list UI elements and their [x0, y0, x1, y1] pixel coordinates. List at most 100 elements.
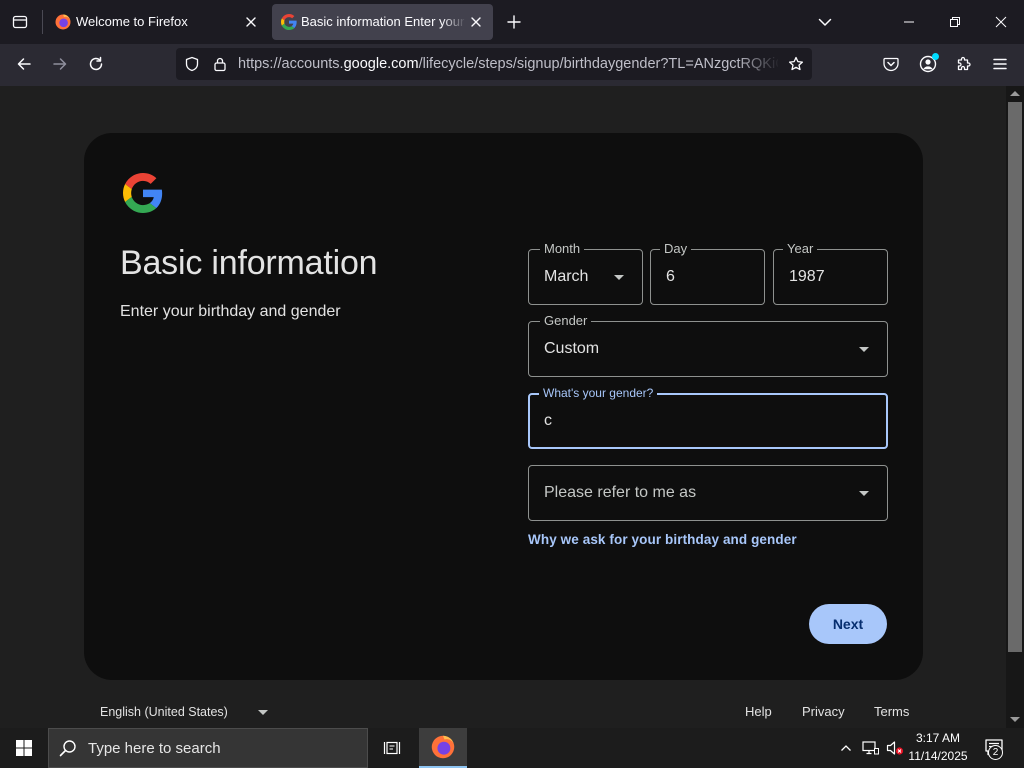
language-label: English (United States) [100, 705, 228, 719]
dropdown-arrow-icon [859, 347, 869, 352]
close-tab-button[interactable] [468, 14, 484, 30]
extensions-icon [956, 56, 972, 72]
back-arrow-icon [16, 56, 32, 72]
tab-label: Basic information Enter your bir [301, 14, 465, 29]
network-icon [862, 740, 880, 756]
plus-icon [506, 14, 522, 30]
custom-gender-field: What's your gender? [528, 385, 888, 449]
scroll-down-icon[interactable] [1010, 717, 1020, 722]
terms-link[interactable]: Terms [874, 704, 909, 720]
lock-icon [212, 56, 228, 72]
tab-basic-information[interactable]: Basic information Enter your bir [272, 4, 493, 40]
gender-label: Gender [540, 313, 592, 329]
month-select[interactable]: Month March [528, 241, 643, 305]
clock-date: 11/14/2025 [908, 749, 968, 763]
account-button[interactable] [912, 48, 944, 80]
menu-icon [992, 56, 1008, 72]
address-bar[interactable]: https://accounts.google.com/lifecycle/st… [176, 48, 812, 80]
minimize-icon [903, 16, 915, 28]
windows-taskbar: Type here to search 3:17 AM 11/14/2025 2 [0, 728, 1024, 768]
notification-count-badge: 2 [988, 745, 1003, 760]
tab-label: Welcome to Firefox [76, 14, 188, 29]
month-label: Month [540, 241, 585, 257]
taskbar-search-box[interactable]: Type here to search [48, 728, 368, 768]
forward-arrow-icon [52, 56, 68, 72]
scroll-up-icon[interactable] [1010, 91, 1020, 96]
page-subtitle: Enter your birthday and gender [120, 303, 341, 320]
start-button[interactable] [0, 728, 48, 768]
scrollbar-thumb[interactable] [1008, 102, 1022, 652]
close-icon [995, 16, 1007, 28]
year-input[interactable] [789, 266, 869, 288]
url-path: /lifecycle/steps/signup/birthdaygender?T… [418, 56, 778, 72]
language-select[interactable]: English (United States) [100, 704, 270, 720]
task-view-icon [383, 739, 401, 757]
task-view-button[interactable] [370, 728, 414, 768]
year-label: Year [783, 241, 818, 257]
privacy-link[interactable]: Privacy [802, 704, 845, 720]
dropdown-arrow-icon [614, 275, 624, 280]
gender-select[interactable]: Gender Custom [528, 313, 888, 377]
firefox-icon [55, 14, 71, 30]
pocket-button[interactable] [875, 48, 907, 80]
tracking-protection-button[interactable] [180, 52, 204, 76]
gender-value: Custom [544, 340, 600, 357]
custom-gender-input[interactable] [544, 410, 844, 432]
dropdown-arrow-icon [258, 710, 268, 715]
extensions-button[interactable] [948, 48, 980, 80]
chevron-up-icon [840, 742, 852, 754]
new-tab-button[interactable] [500, 8, 528, 36]
search-icon [59, 739, 77, 757]
navigation-toolbar: https://accounts.google.com/lifecycle/st… [0, 44, 1024, 86]
volume-muted-icon [886, 740, 904, 756]
firefox-icon [431, 735, 455, 759]
page-content: Basic information Enter your birthday an… [0, 86, 1006, 728]
google-g-icon [281, 14, 297, 30]
page-scrollbar[interactable] [1006, 86, 1024, 728]
day-label: Day [660, 241, 692, 257]
next-button[interactable]: Next [809, 604, 887, 644]
tab-separator [42, 10, 43, 34]
google-logo-icon [123, 173, 163, 213]
url-text[interactable]: https://accounts.google.com/lifecycle/st… [238, 55, 778, 73]
firefox-view-icon [12, 14, 28, 30]
day-field: Day [650, 241, 765, 305]
show-hidden-icons-button[interactable] [836, 736, 856, 760]
application-menu-button[interactable] [984, 48, 1016, 80]
forward-button[interactable] [44, 48, 76, 80]
clock-button[interactable]: 3:17 AM 11/14/2025 [904, 728, 972, 768]
volume-button[interactable] [884, 736, 906, 760]
star-icon [788, 56, 804, 72]
minimize-button[interactable] [886, 0, 932, 44]
reload-icon [88, 56, 104, 72]
list-all-tabs-button[interactable] [811, 8, 839, 36]
why-we-ask-link[interactable]: Why we ask for your birthday and gender [528, 531, 797, 549]
close-tab-button[interactable] [243, 14, 259, 30]
day-input[interactable] [666, 266, 746, 288]
year-field: Year [773, 241, 888, 305]
taskbar-firefox-button[interactable] [419, 728, 467, 768]
back-button[interactable] [8, 48, 40, 80]
windows-logo-icon [16, 740, 32, 756]
firefox-view-button[interactable] [6, 8, 34, 36]
help-link[interactable]: Help [745, 704, 772, 720]
url-prefix: https://accounts. [238, 56, 344, 72]
notification-dot [932, 53, 939, 60]
pronouns-select[interactable]: Please refer to me as [528, 465, 888, 521]
pronouns-placeholder: Please refer to me as [544, 484, 697, 501]
close-icon [468, 14, 484, 30]
tab-label-fade [442, 10, 466, 34]
site-info-button[interactable] [208, 52, 232, 76]
tab-welcome-to-firefox[interactable]: Welcome to Firefox [46, 4, 268, 40]
chevron-down-icon [817, 14, 833, 30]
restore-icon [949, 16, 961, 28]
network-button[interactable] [860, 736, 882, 760]
bookmark-button[interactable] [784, 52, 808, 76]
close-window-button[interactable] [978, 0, 1024, 44]
tab-strip: Welcome to Firefox Basic information Ent… [0, 0, 1024, 44]
shield-icon [184, 56, 200, 72]
custom-gender-label: What's your gender? [539, 385, 658, 401]
restore-button[interactable] [932, 0, 978, 44]
signup-card: Basic information Enter your birthday an… [84, 133, 923, 680]
reload-button[interactable] [80, 48, 112, 80]
